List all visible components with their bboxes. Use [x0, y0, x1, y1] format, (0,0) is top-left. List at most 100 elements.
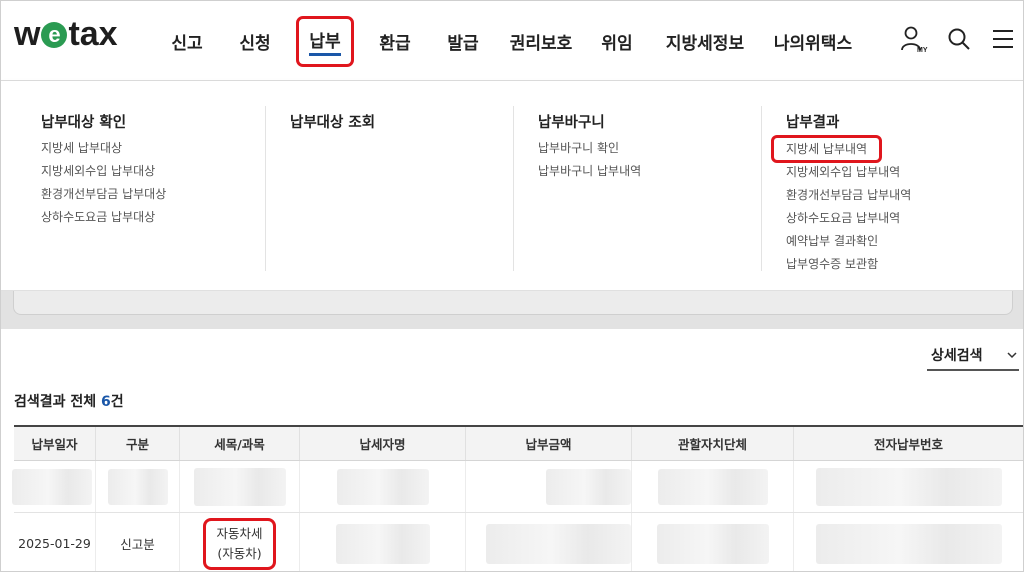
menu-divider — [761, 106, 762, 271]
column-header: 전자납부번호 — [873, 437, 943, 452]
my-label: MY — [917, 47, 928, 53]
nav-label: 권리보호 — [509, 33, 573, 54]
cell-tax — [180, 461, 300, 512]
tax-item-highlighted[interactable]: 자동차세 (자동차) — [203, 517, 276, 570]
result-count: 6 — [101, 394, 111, 410]
menu-divider — [265, 106, 266, 271]
nav-label: 환급 — [379, 33, 411, 54]
nav-item-issue[interactable]: 발급 — [429, 1, 497, 81]
blurred-content — [546, 468, 631, 505]
column-header: 납부일자 — [14, 427, 96, 460]
search-icon — [948, 28, 970, 50]
result-count-title: 검색결과 전체 6건 — [14, 391, 124, 411]
nav-item-tax-info[interactable]: 지방세정보 — [649, 1, 761, 81]
result-suffix: 건 — [110, 394, 124, 410]
nav-label: 나의위택스 — [773, 33, 853, 54]
menu-divider — [513, 106, 514, 271]
detail-search-label: 상세검색 — [931, 348, 983, 364]
chevron-down-icon — [1007, 352, 1017, 359]
blurred-content — [657, 468, 768, 505]
nav-item-rights[interactable]: 권리보호 — [497, 1, 585, 81]
tax-item-name: 자동차세 — [216, 525, 263, 541]
blurred-content — [335, 523, 430, 564]
cell-amount — [466, 513, 632, 571]
cell-e-payment-no — [794, 513, 1023, 571]
blurred-content — [486, 523, 631, 564]
menu-item[interactable]: 지방세 납부대상 — [41, 138, 166, 161]
nav-label: 발급 — [447, 33, 479, 54]
logo-e-circle: e — [41, 22, 68, 48]
logo-text-w: w — [14, 15, 41, 53]
table-row-blurred[interactable] — [11, 461, 1023, 513]
cell-amount — [466, 461, 632, 512]
menu-button[interactable] — [981, 19, 1023, 59]
wetax-logo[interactable]: w e tax — [14, 15, 118, 54]
menu-item[interactable]: 납부바구니 납부내역 — [538, 161, 641, 184]
menu-column-basket: 납부바구니 납부바구니 확인 납부바구니 납부내역 — [538, 81, 758, 271]
menu-item[interactable]: 지방세외수입 납부내역 — [786, 162, 911, 185]
nav-label: 지방세정보 — [665, 33, 745, 54]
blurred-content — [656, 523, 769, 564]
cell-jurisdiction — [632, 513, 794, 571]
blurred-content — [336, 468, 429, 505]
menu-item[interactable]: 납부바구니 확인 — [538, 138, 641, 161]
cell-date — [11, 461, 96, 512]
nav-item-apply[interactable]: 신청 — [221, 1, 289, 81]
column-header: 납부금액 — [466, 427, 632, 460]
blurred-content — [815, 523, 1002, 564]
menu-icon — [993, 30, 1013, 48]
main-nav: 신고 신청 납부 환급 발급 권리보호 위임 지방세정보 나의위택스 — [153, 1, 865, 81]
payment-date: 2025-01-29 — [18, 536, 91, 551]
nav-item-report[interactable]: 신고 — [153, 1, 221, 81]
logo-text-tax: tax — [68, 15, 118, 53]
column-header: 관할자치단체 — [632, 427, 794, 460]
table-header: 납부일자 구분 세목/과목 납세자명 납부금액 관할자치단체 전자납부번호 — [14, 425, 1023, 461]
cell-type: 신고분 — [96, 513, 180, 571]
menu-item-local-tax-history-highlighted[interactable]: 지방세 납부내역 — [771, 135, 883, 163]
cell-date: 2025-01-29 — [14, 513, 96, 571]
menu-item[interactable]: 상하수도요금 납부내역 — [786, 208, 911, 231]
cell-type — [96, 461, 180, 512]
menu-item[interactable]: 환경개선부담금 납부내역 — [786, 185, 911, 208]
nav-item-delegate[interactable]: 위임 — [585, 1, 649, 81]
menu-column-title[interactable]: 납부대상 조회 — [290, 111, 375, 132]
blurred-content — [193, 467, 286, 506]
nav-item-my-wetax[interactable]: 나의위택스 — [761, 1, 865, 81]
browser-viewport: w e tax 신고 신청 납부 환급 발급 권리보호 위임 지방세정보 나의위택스… — [0, 0, 1024, 572]
blurred-content — [107, 468, 168, 505]
result-prefix: 검색결과 전체 — [14, 394, 102, 410]
site-header: w e tax 신고 신청 납부 환급 발급 권리보호 위임 지방세정보 나의위택스… — [1, 1, 1023, 81]
nav-item-refund[interactable]: 환급 — [361, 1, 429, 81]
payment-type: 신고분 — [120, 537, 155, 552]
search-button[interactable] — [937, 19, 981, 59]
menu-column-title: 납부대상 확인 — [41, 115, 127, 131]
my-page-button[interactable]: MY — [893, 19, 937, 59]
column-header: 납세자명 — [300, 427, 466, 460]
dimmed-overlay — [1, 291, 1023, 329]
column-header: 세목/과목 — [180, 427, 300, 460]
menu-item[interactable]: 상하수도요금 납부대상 — [41, 207, 166, 230]
blurred-content — [11, 468, 92, 505]
menu-column-payment-result: 납부결과 지방세 납부내역 지방세외수입 납부내역 환경개선부담금 납부내역 상… — [771, 81, 1006, 271]
payment-mega-menu: 납부대상 확인 지방세 납부대상 지방세외수입 납부대상 환경개선부담금 납부대… — [1, 81, 1023, 291]
menu-item[interactable]: 지방세외수입 납부대상 — [41, 161, 166, 184]
nav-label: 신고 — [171, 33, 203, 54]
cell-e-payment-no — [794, 461, 1023, 512]
menu-column-title: 납부결과 — [786, 115, 840, 131]
menu-item[interactable]: 예약납부 결과확인 — [786, 231, 911, 254]
menu-column-payment-lookup: 납부대상 조회 — [290, 81, 510, 271]
header-icons: MY — [893, 19, 1023, 59]
cell-jurisdiction — [632, 461, 794, 512]
user-my-icon: MY — [901, 26, 928, 53]
detail-search-toggle[interactable]: 상세검색 — [927, 345, 1019, 371]
menu-item[interactable]: 환경개선부담금 납부대상 — [41, 184, 166, 207]
table-row[interactable]: 2025-01-29 신고분 자동차세 (자동차) — [14, 513, 1023, 571]
menu-item[interactable]: 납부영수증 보관함 — [786, 254, 911, 277]
cell-taxpayer — [300, 461, 466, 512]
nav-label: 위임 — [601, 33, 633, 54]
nav-item-payment[interactable]: 납부 — [289, 1, 361, 81]
column-header: 구분 — [96, 427, 180, 460]
main-content: 상세검색 검색결과 전체 6건 납부일자 구분 세목/과목 납세자명 납부금액 … — [1, 329, 1023, 571]
cell-tax: 자동차세 (자동차) — [180, 513, 300, 571]
menu-column-payment-target: 납부대상 확인 지방세 납부대상 지방세외수입 납부대상 환경개선부담금 납부대… — [41, 81, 261, 271]
